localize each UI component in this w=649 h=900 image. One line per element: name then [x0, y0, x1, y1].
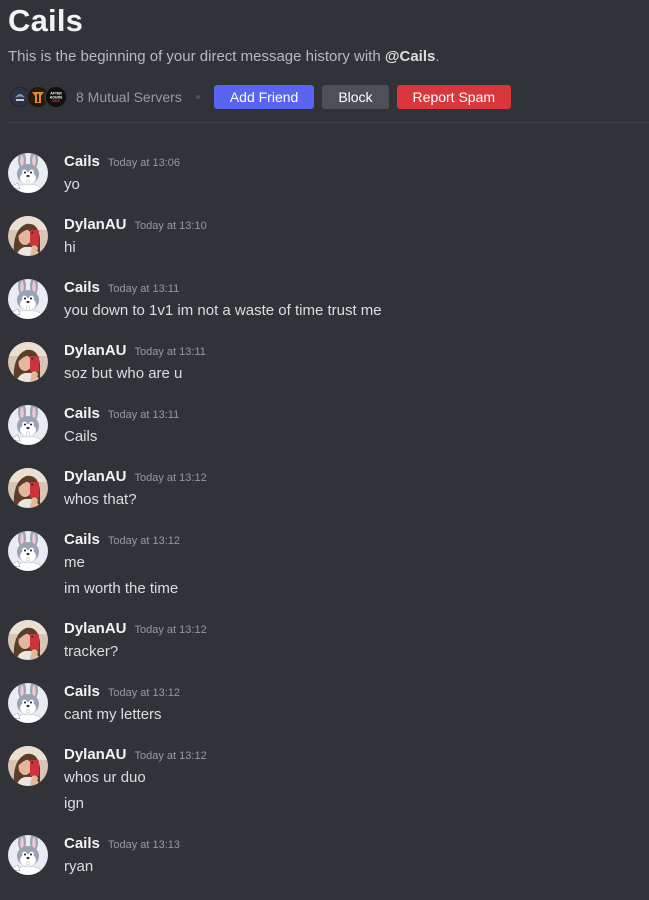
- message-text: ryan: [64, 858, 94, 875]
- timestamp[interactable]: Today at 13:13: [108, 833, 180, 857]
- after-hours-logo-icon: AFTER HOURS OCE: [46, 87, 66, 107]
- bugs-bunny-avatar[interactable]: [8, 531, 48, 571]
- message[interactable]: Cails Today at 13:13 ryan: [8, 832, 649, 878]
- bugs-bunny-avatar[interactable]: [8, 405, 48, 445]
- selfie-avatar[interactable]: [8, 746, 48, 786]
- timestamp[interactable]: Today at 13:12: [135, 744, 207, 768]
- bugs-bunny-avatar[interactable]: [8, 835, 48, 875]
- message-header: Cails Today at 13:13: [64, 832, 649, 856]
- profile-actions: AFTER HOURS OCE 8 Mutual Servers Add Fri…: [8, 81, 649, 113]
- intro-text: This is the beginning of your direct mes…: [8, 42, 649, 72]
- message-header: DylanAU Today at 13:11: [64, 339, 649, 363]
- message-text: cant my letters: [64, 706, 162, 723]
- add-friend-button[interactable]: Add Friend: [213, 85, 315, 109]
- intro-suffix: .: [435, 48, 440, 65]
- message-text: me: [64, 554, 85, 571]
- timestamp[interactable]: Today at 13:12: [108, 681, 180, 705]
- username[interactable]: DylanAU: [64, 465, 127, 489]
- message-header: Cails Today at 13:11: [64, 402, 649, 426]
- timestamp[interactable]: Today at 13:11: [135, 340, 206, 364]
- intro-handle: @Cails: [384, 48, 436, 65]
- report-spam-button[interactable]: Report Spam: [396, 85, 512, 109]
- message-header: Cails Today at 13:11: [64, 276, 649, 300]
- message-header: DylanAU Today at 13:12: [64, 743, 649, 767]
- intro-prefix: This is the beginning of your direct mes…: [8, 48, 385, 65]
- username[interactable]: Cails: [64, 402, 100, 426]
- timestamp[interactable]: Today at 13:12: [135, 466, 207, 490]
- message[interactable]: Cails Today at 13:12 cant my letters: [8, 680, 649, 726]
- mutual-server-icons[interactable]: AFTER HOURS OCE: [8, 85, 68, 109]
- selfie-avatar[interactable]: [8, 342, 48, 382]
- username[interactable]: DylanAU: [64, 339, 127, 363]
- bugs-bunny-avatar[interactable]: [8, 279, 48, 319]
- username[interactable]: DylanAU: [64, 743, 127, 767]
- message-text: ign: [64, 795, 85, 812]
- timestamp[interactable]: Today at 13:12: [108, 529, 180, 553]
- username[interactable]: DylanAU: [64, 617, 127, 641]
- message-text: soz but who are u: [64, 365, 183, 382]
- username[interactable]: Cails: [64, 680, 100, 704]
- message-header: Cails Today at 13:06: [64, 150, 649, 174]
- message[interactable]: DylanAU Today at 13:12 whos ur duo ign: [8, 743, 649, 815]
- svg-text:OCE: OCE: [52, 99, 60, 103]
- timestamp[interactable]: Today at 13:12: [135, 618, 207, 642]
- message-header: DylanAU Today at 13:12: [64, 617, 649, 641]
- message-header: DylanAU Today at 13:12: [64, 465, 649, 489]
- separator-dot: [195, 95, 200, 99]
- username[interactable]: Cails: [64, 832, 100, 856]
- message-header: Cails Today at 13:12: [64, 680, 649, 704]
- dm-channel: Cails This is the beginning of your dire…: [0, 0, 649, 900]
- username[interactable]: Cails: [64, 276, 100, 300]
- message[interactable]: Cails Today at 13:06 yo: [8, 150, 649, 196]
- mutual-servers-link[interactable]: 8 Mutual Servers: [76, 89, 182, 105]
- message-text: you down to 1v1 im not a waste of time t…: [64, 302, 382, 319]
- divider: [8, 122, 649, 123]
- timestamp[interactable]: Today at 13:11: [108, 403, 179, 427]
- message-text: hi: [64, 239, 76, 256]
- username[interactable]: DylanAU: [64, 213, 127, 237]
- message-text: whos ur duo: [64, 769, 146, 786]
- page-title: Cails: [8, 3, 84, 38]
- message-text: tracker?: [64, 643, 119, 660]
- message[interactable]: Cails Today at 13:11 you down to 1v1 im no…: [8, 276, 649, 322]
- timestamp[interactable]: Today at 13:10: [135, 214, 207, 238]
- message-text: im worth the time: [64, 580, 179, 597]
- bugs-bunny-avatar[interactable]: [8, 683, 48, 723]
- message-header: DylanAU Today at 13:10: [64, 213, 649, 237]
- timestamp[interactable]: Today at 13:11: [108, 277, 179, 301]
- selfie-avatar[interactable]: [8, 216, 48, 256]
- username[interactable]: Cails: [64, 528, 100, 552]
- selfie-avatar[interactable]: [8, 468, 48, 508]
- message[interactable]: Cails Today at 13:12 me im worth the time: [8, 528, 649, 600]
- message-text: yo: [64, 176, 80, 193]
- bugs-bunny-avatar[interactable]: [8, 153, 48, 193]
- message-text: Cails: [64, 428, 98, 445]
- server-icon-after-hours[interactable]: AFTER HOURS OCE: [44, 85, 68, 109]
- message[interactable]: DylanAU Today at 13:10 hi: [8, 213, 649, 259]
- message-list: Cails Today at 13:06 yo DylanAU Today at 13…: [8, 150, 649, 878]
- message-header: Cails Today at 13:12: [64, 528, 649, 552]
- message[interactable]: DylanAU Today at 13:11 soz but who are u: [8, 339, 649, 385]
- timestamp[interactable]: Today at 13:06: [108, 151, 180, 175]
- message[interactable]: DylanAU Today at 13:12 whos that?: [8, 465, 649, 511]
- block-button[interactable]: Block: [322, 85, 389, 109]
- message[interactable]: DylanAU Today at 13:12 tracker?: [8, 617, 649, 663]
- username[interactable]: Cails: [64, 150, 100, 174]
- message-text: whos that?: [64, 491, 137, 508]
- message[interactable]: Cails Today at 13:11 Cails: [8, 402, 649, 448]
- selfie-avatar[interactable]: [8, 620, 48, 660]
